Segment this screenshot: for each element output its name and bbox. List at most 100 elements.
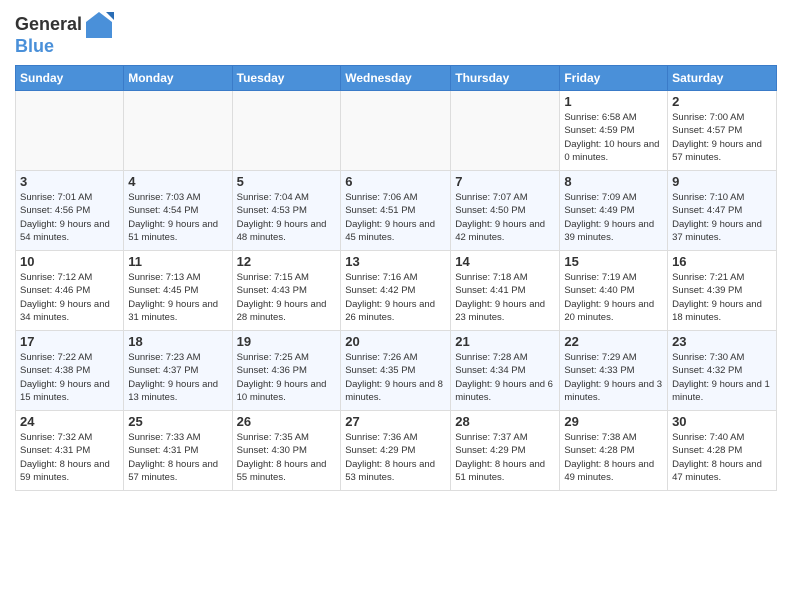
day-info: Sunrise: 6:58 AM Sunset: 4:59 PM Dayligh…: [564, 111, 663, 164]
day-info: Sunrise: 7:06 AM Sunset: 4:51 PM Dayligh…: [345, 191, 446, 244]
day-info: Sunrise: 7:10 AM Sunset: 4:47 PM Dayligh…: [672, 191, 772, 244]
day-number: 18: [128, 334, 227, 349]
calendar-week-row-1: 1 Sunrise: 6:58 AM Sunset: 4:59 PM Daylig…: [16, 91, 777, 171]
calendar-day-3: 3 Sunrise: 7:01 AM Sunset: 4:56 PM Daylig…: [16, 171, 124, 251]
day-info: Sunrise: 7:15 AM Sunset: 4:43 PM Dayligh…: [237, 271, 337, 324]
calendar-day-empty: [341, 91, 451, 171]
day-info: Sunrise: 7:09 AM Sunset: 4:49 PM Dayligh…: [564, 191, 663, 244]
day-info: Sunrise: 7:22 AM Sunset: 4:38 PM Dayligh…: [20, 351, 119, 404]
calendar-day-23: 23 Sunrise: 7:30 AM Sunset: 4:32 PM Dayli…: [668, 331, 777, 411]
day-info: Sunrise: 7:35 AM Sunset: 4:30 PM Dayligh…: [237, 431, 337, 484]
day-number: 20: [345, 334, 446, 349]
day-number: 14: [455, 254, 555, 269]
day-info: Sunrise: 7:04 AM Sunset: 4:53 PM Dayligh…: [237, 191, 337, 244]
day-number: 25: [128, 414, 227, 429]
day-info: Sunrise: 7:26 AM Sunset: 4:35 PM Dayligh…: [345, 351, 446, 404]
calendar: SundayMondayTuesdayWednesdayThursdayFrid…: [15, 65, 777, 491]
calendar-day-16: 16 Sunrise: 7:21 AM Sunset: 4:39 PM Dayli…: [668, 251, 777, 331]
logo-text: General: [15, 15, 82, 35]
day-number: 6: [345, 174, 446, 189]
header: General Blue: [15, 10, 777, 57]
day-info: Sunrise: 7:19 AM Sunset: 4:40 PM Dayligh…: [564, 271, 663, 324]
day-number: 24: [20, 414, 119, 429]
calendar-day-20: 20 Sunrise: 7:26 AM Sunset: 4:35 PM Dayli…: [341, 331, 451, 411]
day-number: 10: [20, 254, 119, 269]
day-info: Sunrise: 7:40 AM Sunset: 4:28 PM Dayligh…: [672, 431, 772, 484]
day-number: 29: [564, 414, 663, 429]
weekday-header-thursday: Thursday: [451, 66, 560, 91]
day-info: Sunrise: 7:13 AM Sunset: 4:45 PM Dayligh…: [128, 271, 227, 324]
calendar-day-empty: [451, 91, 560, 171]
calendar-day-4: 4 Sunrise: 7:03 AM Sunset: 4:54 PM Daylig…: [124, 171, 232, 251]
calendar-day-12: 12 Sunrise: 7:15 AM Sunset: 4:43 PM Dayli…: [232, 251, 341, 331]
calendar-day-9: 9 Sunrise: 7:10 AM Sunset: 4:47 PM Daylig…: [668, 171, 777, 251]
day-info: Sunrise: 7:21 AM Sunset: 4:39 PM Dayligh…: [672, 271, 772, 324]
day-info: Sunrise: 7:29 AM Sunset: 4:33 PM Dayligh…: [564, 351, 663, 404]
day-info: Sunrise: 7:01 AM Sunset: 4:56 PM Dayligh…: [20, 191, 119, 244]
calendar-week-row-3: 10 Sunrise: 7:12 AM Sunset: 4:46 PM Dayli…: [16, 251, 777, 331]
calendar-day-29: 29 Sunrise: 7:38 AM Sunset: 4:28 PM Dayli…: [560, 411, 668, 491]
logo-icon: [84, 10, 114, 40]
day-info: Sunrise: 7:25 AM Sunset: 4:36 PM Dayligh…: [237, 351, 337, 404]
day-number: 21: [455, 334, 555, 349]
calendar-day-19: 19 Sunrise: 7:25 AM Sunset: 4:36 PM Dayli…: [232, 331, 341, 411]
calendar-day-30: 30 Sunrise: 7:40 AM Sunset: 4:28 PM Dayli…: [668, 411, 777, 491]
calendar-day-17: 17 Sunrise: 7:22 AM Sunset: 4:38 PM Dayli…: [16, 331, 124, 411]
calendar-day-24: 24 Sunrise: 7:32 AM Sunset: 4:31 PM Dayli…: [16, 411, 124, 491]
calendar-day-7: 7Sunrise: 7:07 AM Sunset: 4:50 PM Daylig…: [451, 171, 560, 251]
day-info: Sunrise: 7:36 AM Sunset: 4:29 PM Dayligh…: [345, 431, 446, 484]
day-number: 4: [128, 174, 227, 189]
day-number: 3: [20, 174, 119, 189]
day-number: 5: [237, 174, 337, 189]
day-number: 17: [20, 334, 119, 349]
day-number: 27: [345, 414, 446, 429]
calendar-day-1: 1 Sunrise: 6:58 AM Sunset: 4:59 PM Daylig…: [560, 91, 668, 171]
day-number: 8: [564, 174, 663, 189]
weekday-header-tuesday: Tuesday: [232, 66, 341, 91]
calendar-day-15: 15 Sunrise: 7:19 AM Sunset: 4:40 PM Dayli…: [560, 251, 668, 331]
calendar-day-10: 10 Sunrise: 7:12 AM Sunset: 4:46 PM Dayli…: [16, 251, 124, 331]
day-info: Sunrise: 7:00 AM Sunset: 4:57 PM Dayligh…: [672, 111, 772, 164]
calendar-week-row-2: 3 Sunrise: 7:01 AM Sunset: 4:56 PM Daylig…: [16, 171, 777, 251]
day-number: 19: [237, 334, 337, 349]
day-info: Sunrise: 7:33 AM Sunset: 4:31 PM Dayligh…: [128, 431, 227, 484]
day-info: Sunrise: 7:18 AM Sunset: 4:41 PM Dayligh…: [455, 271, 555, 324]
day-number: 12: [237, 254, 337, 269]
day-number: 16: [672, 254, 772, 269]
logo: General Blue: [15, 10, 114, 57]
day-number: 7: [455, 174, 555, 189]
day-number: 11: [128, 254, 227, 269]
day-info: Sunrise: 7:12 AM Sunset: 4:46 PM Dayligh…: [20, 271, 119, 324]
day-info: Sunrise: 7:38 AM Sunset: 4:28 PM Dayligh…: [564, 431, 663, 484]
day-number: 30: [672, 414, 772, 429]
weekday-header-saturday: Saturday: [668, 66, 777, 91]
day-info: Sunrise: 7:16 AM Sunset: 4:42 PM Dayligh…: [345, 271, 446, 324]
day-info: Sunrise: 7:37 AM Sunset: 4:29 PM Dayligh…: [455, 431, 555, 484]
day-info: Sunrise: 7:23 AM Sunset: 4:37 PM Dayligh…: [128, 351, 227, 404]
calendar-day-21: 21 Sunrise: 7:28 AM Sunset: 4:34 PM Dayli…: [451, 331, 560, 411]
day-info: Sunrise: 7:30 AM Sunset: 4:32 PM Dayligh…: [672, 351, 772, 404]
day-number: 1: [564, 94, 663, 109]
calendar-header-row: SundayMondayTuesdayWednesdayThursdayFrid…: [16, 66, 777, 91]
calendar-day-18: 18 Sunrise: 7:23 AM Sunset: 4:37 PM Dayli…: [124, 331, 232, 411]
calendar-day-14: 14 Sunrise: 7:18 AM Sunset: 4:41 PM Dayli…: [451, 251, 560, 331]
calendar-day-25: 25 Sunrise: 7:33 AM Sunset: 4:31 PM Dayli…: [124, 411, 232, 491]
calendar-week-row-5: 24 Sunrise: 7:32 AM Sunset: 4:31 PM Dayli…: [16, 411, 777, 491]
weekday-header-sunday: Sunday: [16, 66, 124, 91]
calendar-day-6: 6 Sunrise: 7:06 AM Sunset: 4:51 PM Daylig…: [341, 171, 451, 251]
day-number: 23: [672, 334, 772, 349]
day-info: Sunrise: 7:32 AM Sunset: 4:31 PM Dayligh…: [20, 431, 119, 484]
day-info: Sunrise: 7:28 AM Sunset: 4:34 PM Dayligh…: [455, 351, 555, 404]
calendar-day-27: 27 Sunrise: 7:36 AM Sunset: 4:29 PM Dayli…: [341, 411, 451, 491]
day-number: 9: [672, 174, 772, 189]
weekday-header-wednesday: Wednesday: [341, 66, 451, 91]
day-number: 2: [672, 94, 772, 109]
day-info: Sunrise: 7:03 AM Sunset: 4:54 PM Dayligh…: [128, 191, 227, 244]
calendar-day-28: 28 Sunrise: 7:37 AM Sunset: 4:29 PM Dayli…: [451, 411, 560, 491]
day-number: 15: [564, 254, 663, 269]
day-number: 28: [455, 414, 555, 429]
calendar-day-empty: [232, 91, 341, 171]
calendar-day-13: 13Sunrise: 7:16 AM Sunset: 4:42 PM Dayli…: [341, 251, 451, 331]
weekday-header-friday: Friday: [560, 66, 668, 91]
calendar-day-11: 11 Sunrise: 7:13 AM Sunset: 4:45 PM Dayli…: [124, 251, 232, 331]
